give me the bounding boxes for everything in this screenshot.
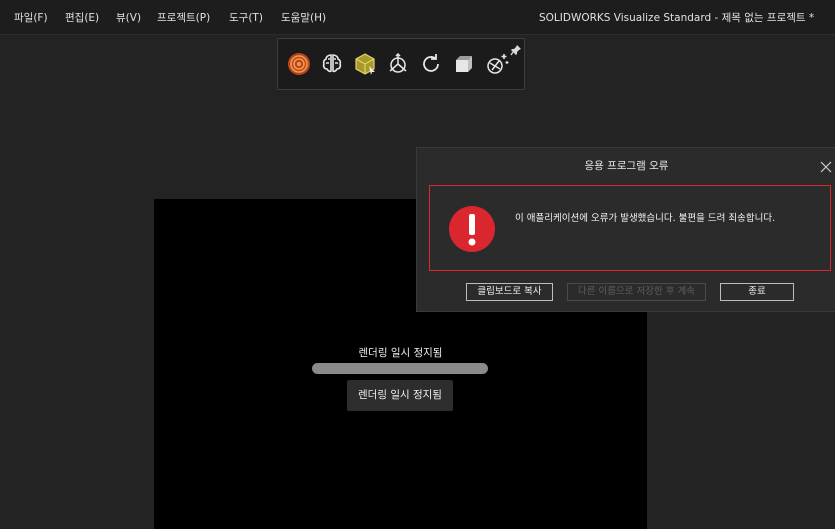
menu-help[interactable]: 도움말(H) <box>281 10 326 25</box>
copy-to-clipboard-button[interactable]: 클립보드로 복사 <box>466 283 553 301</box>
dialog-title: 응용 프로그램 오류 <box>584 160 669 172</box>
transform-object-icon[interactable] <box>451 51 477 77</box>
error-icon <box>448 205 496 253</box>
menu-view[interactable]: 뷰(V) <box>116 10 141 25</box>
menu-bar: 파일(F) 편집(E) 뷰(V) 프로젝트(P) 도구(T) 도움말(H) SO… <box>0 0 835 35</box>
exit-button[interactable]: 종료 <box>720 283 794 301</box>
menu-file[interactable]: 파일(F) <box>14 10 48 25</box>
floating-toolbar <box>277 38 525 90</box>
axis-gizmo-icon[interactable] <box>385 51 411 77</box>
error-message-box: 이 애플리케이션에 오류가 발생했습니다. 불편을 드려 죄송합니다. <box>429 185 831 271</box>
close-icon[interactable] <box>820 158 832 173</box>
cube-select-icon[interactable] <box>352 51 378 77</box>
menu-project[interactable]: 프로젝트(P) <box>157 10 210 25</box>
pin-icon[interactable] <box>510 41 522 56</box>
application-error-dialog: 응용 프로그램 오류 이 애플리케이션에 오류가 발생했습니다. 불편을 드려 … <box>416 147 835 312</box>
window-title: SOLIDWORKS Visualize Standard - 제목 없는 프로… <box>539 12 815 24</box>
error-message: 이 애플리케이션에 오류가 발생했습니다. 불편을 드려 죄송합니다. <box>515 213 776 224</box>
save-as-continue-button[interactable]: 다른 이름으로 저장한 후 계속 <box>567 283 706 301</box>
render-paused-button[interactable]: 렌더링 일시 정지됨 <box>347 380 453 411</box>
brain-icon[interactable] <box>319 51 345 77</box>
scene-magic-icon[interactable] <box>484 51 510 77</box>
render-target-icon[interactable] <box>286 51 312 77</box>
rotate-icon[interactable] <box>418 51 444 77</box>
render-status-label: 렌더링 일시 정지됨 <box>358 347 443 359</box>
menu-edit[interactable]: 편집(E) <box>65 10 99 25</box>
menu-tools[interactable]: 도구(T) <box>229 10 263 25</box>
render-progress-bar <box>312 363 488 374</box>
